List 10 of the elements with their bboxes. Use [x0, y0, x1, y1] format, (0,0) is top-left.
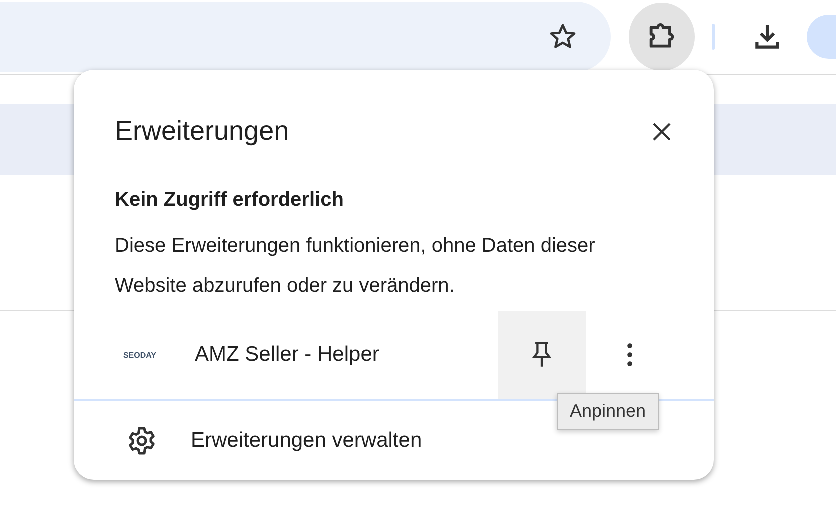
- close-icon[interactable]: [652, 122, 672, 142]
- section-description: Diese Erweiterungen funktionieren, ohne Daten dieser Website abzurufen oder zu verändern.: [115, 234, 596, 299]
- extension-logo: SEODAY: [122, 350, 158, 360]
- tooltip: Anpinnen: [557, 393, 660, 430]
- section-heading: Kein Zugriff erforderlich: [115, 189, 345, 212]
- manage-extensions-item[interactable]: Erweiterungen verwalten: [74, 401, 442, 480]
- kebab-icon: [627, 343, 633, 367]
- gear-icon: [127, 426, 157, 456]
- extension-name[interactable]: AMZ Seller - Helper: [195, 343, 498, 367]
- popup-title: Erweiterungen: [115, 116, 290, 147]
